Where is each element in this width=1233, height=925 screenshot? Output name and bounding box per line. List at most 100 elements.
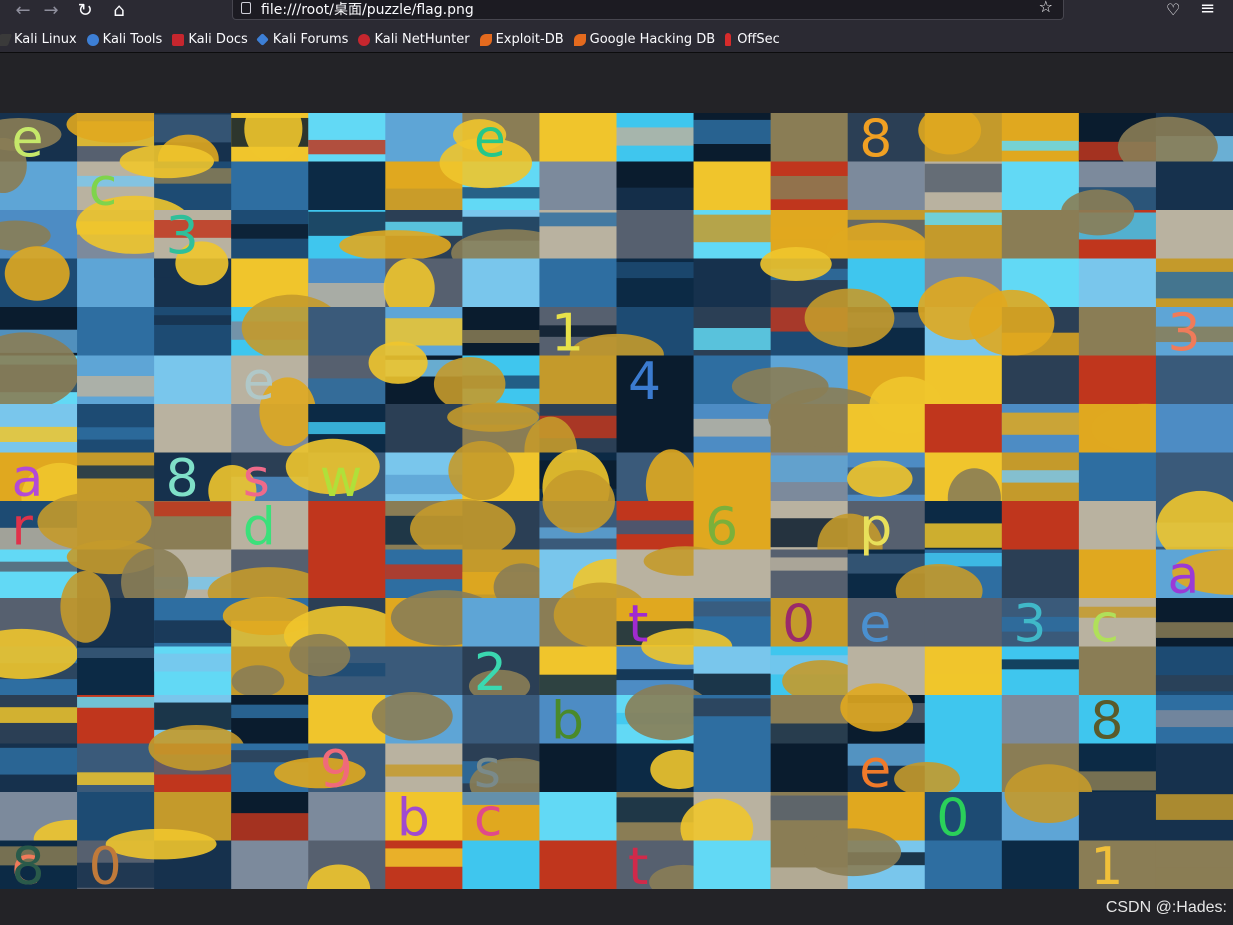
puzzle-tile <box>77 646 155 696</box>
forward-arrow-icon[interactable]: → <box>40 0 62 22</box>
glyph-fragment: 3 <box>1013 595 1046 655</box>
glyph-fragment: 9 <box>320 740 353 800</box>
glyph-fragment: t <box>628 595 648 655</box>
hamburger-menu-icon[interactable]: ≡ <box>1200 0 1215 19</box>
bookmark-kali-tools[interactable]: Kali Tools <box>86 32 162 47</box>
glyph-fragment: 8 <box>859 113 892 170</box>
glyph-fragment: d <box>243 498 276 558</box>
puzzle-tile <box>231 792 309 842</box>
pocket-icon[interactable]: ♡ <box>1166 0 1180 19</box>
url-bar[interactable]: file:///root/桌面/puzzle/flag.png ☆ <box>232 0 1064 20</box>
puzzle-tile <box>539 210 618 260</box>
glyph-fragment: e <box>474 113 506 170</box>
bookmark-google-hacking-db[interactable]: Google Hacking DB <box>573 32 715 47</box>
puzzle-tile <box>231 210 309 260</box>
glyph-fragment: 3 <box>166 207 199 267</box>
watermark: CSDN @:Hades: <box>1105 899 1227 916</box>
ghdb-icon <box>573 33 586 46</box>
glyph-fragment: 8 <box>166 449 199 509</box>
url-text[interactable]: file:///root/桌面/puzzle/flag.png <box>261 0 474 19</box>
offsec-icon <box>725 33 732 46</box>
puzzle-tile <box>1001 501 1080 551</box>
puzzle-tile <box>539 258 618 308</box>
glyph-fragment: 8 <box>1090 692 1123 752</box>
puzzle-tile <box>308 549 386 599</box>
puzzle-tile <box>462 258 541 308</box>
puzzle-tile <box>308 113 386 163</box>
puzzle-tile <box>231 161 309 211</box>
puzzle-tile <box>924 598 1003 648</box>
glyph-fragment: 0 <box>89 837 122 889</box>
puzzle-tile <box>0 404 78 454</box>
bookmark-kali-docs[interactable]: Kali Docs <box>172 32 248 47</box>
puzzle-tile <box>924 161 1003 211</box>
puzzle-tile <box>918 113 1003 163</box>
puzzle-tile <box>924 646 1003 696</box>
back-arrow-icon[interactable]: ← <box>12 0 34 22</box>
bookmark-kali-nethunter[interactable]: Kali NetHunter <box>358 32 470 47</box>
puzzle-tile <box>770 549 849 599</box>
puzzle-tile <box>77 695 155 745</box>
puzzle-tile <box>1078 501 1157 551</box>
docs-icon <box>172 33 185 46</box>
glyph-fragment: 0 <box>936 789 969 849</box>
puzzle-tile <box>462 598 541 648</box>
puzzle-tile <box>1078 307 1157 357</box>
glyph-fragment: 4 <box>628 352 661 412</box>
puzzle-tile <box>385 646 463 696</box>
puzzle-tile <box>231 695 309 745</box>
puzzle-tile <box>1001 840 1080 889</box>
puzzle-tile <box>77 258 155 308</box>
forums-icon <box>255 33 269 46</box>
glyph-fragment: 8 <box>12 837 45 889</box>
bookmark-exploit-db[interactable]: Exploit-DB <box>479 32 564 47</box>
puzzle-tile <box>154 598 232 648</box>
puzzle-tile <box>0 695 78 745</box>
puzzle-tile <box>770 743 849 793</box>
puzzle-tile <box>693 258 772 308</box>
reload-icon[interactable]: ↻ <box>74 0 96 22</box>
puzzle-tile <box>1001 549 1080 599</box>
bookmark-kali-forums[interactable]: Kali Forums <box>255 32 348 47</box>
page-icon <box>241 2 251 14</box>
bookmark-label: Kali Docs <box>188 32 248 47</box>
bookmark-offsec[interactable]: OffSec <box>725 32 780 47</box>
puzzle-tile <box>1078 792 1157 842</box>
puzzle-tile <box>154 404 232 454</box>
puzzle-tile <box>1078 258 1157 308</box>
puzzle-tile <box>539 470 618 551</box>
puzzle-tile <box>693 307 772 357</box>
puzzle-tile <box>1155 646 1233 696</box>
bookmark-kali-linux[interactable]: Kali Linux <box>0 32 77 47</box>
puzzle-tile <box>616 258 695 308</box>
puzzle-tile <box>0 743 78 793</box>
puzzle-tile <box>154 307 232 357</box>
bookmark-label: Kali Linux <box>14 32 77 47</box>
glyph-fragment: c <box>89 158 118 218</box>
puzzle-tile <box>1155 258 1233 308</box>
puzzle-tile <box>0 628 79 696</box>
puzzle-tile <box>539 113 618 163</box>
glyph-fragment: 1 <box>1090 837 1123 889</box>
puzzle-tile <box>770 695 849 746</box>
puzzle-tile <box>924 501 1003 551</box>
glyph-fragment: 1 <box>551 304 584 364</box>
glyph-fragment: c <box>1090 595 1119 655</box>
glyph-fragment: 6 <box>705 498 738 558</box>
puzzle-tile <box>1155 743 1233 793</box>
puzzle-tile <box>77 307 155 357</box>
home-icon[interactable]: ⌂ <box>108 0 130 22</box>
puzzle-tile <box>1155 210 1233 260</box>
bookmark-label: Exploit-DB <box>495 32 564 47</box>
bookmark-star-icon[interactable]: ☆ <box>1039 0 1053 16</box>
glyph-fragment: e <box>859 740 891 800</box>
browser-toolbar: ← → ↻ ⌂ file:///root/桌面/puzzle/flag.png … <box>0 0 1233 28</box>
puzzle-tile <box>693 840 772 889</box>
glyph-fragment: e <box>859 595 891 655</box>
puzzle-tile <box>77 404 155 454</box>
puzzle-tile <box>693 404 772 454</box>
puzzle-tile <box>385 743 463 793</box>
puzzle-tile <box>371 692 463 745</box>
puzzle-tile <box>693 113 772 163</box>
nethunter-icon <box>358 33 371 46</box>
